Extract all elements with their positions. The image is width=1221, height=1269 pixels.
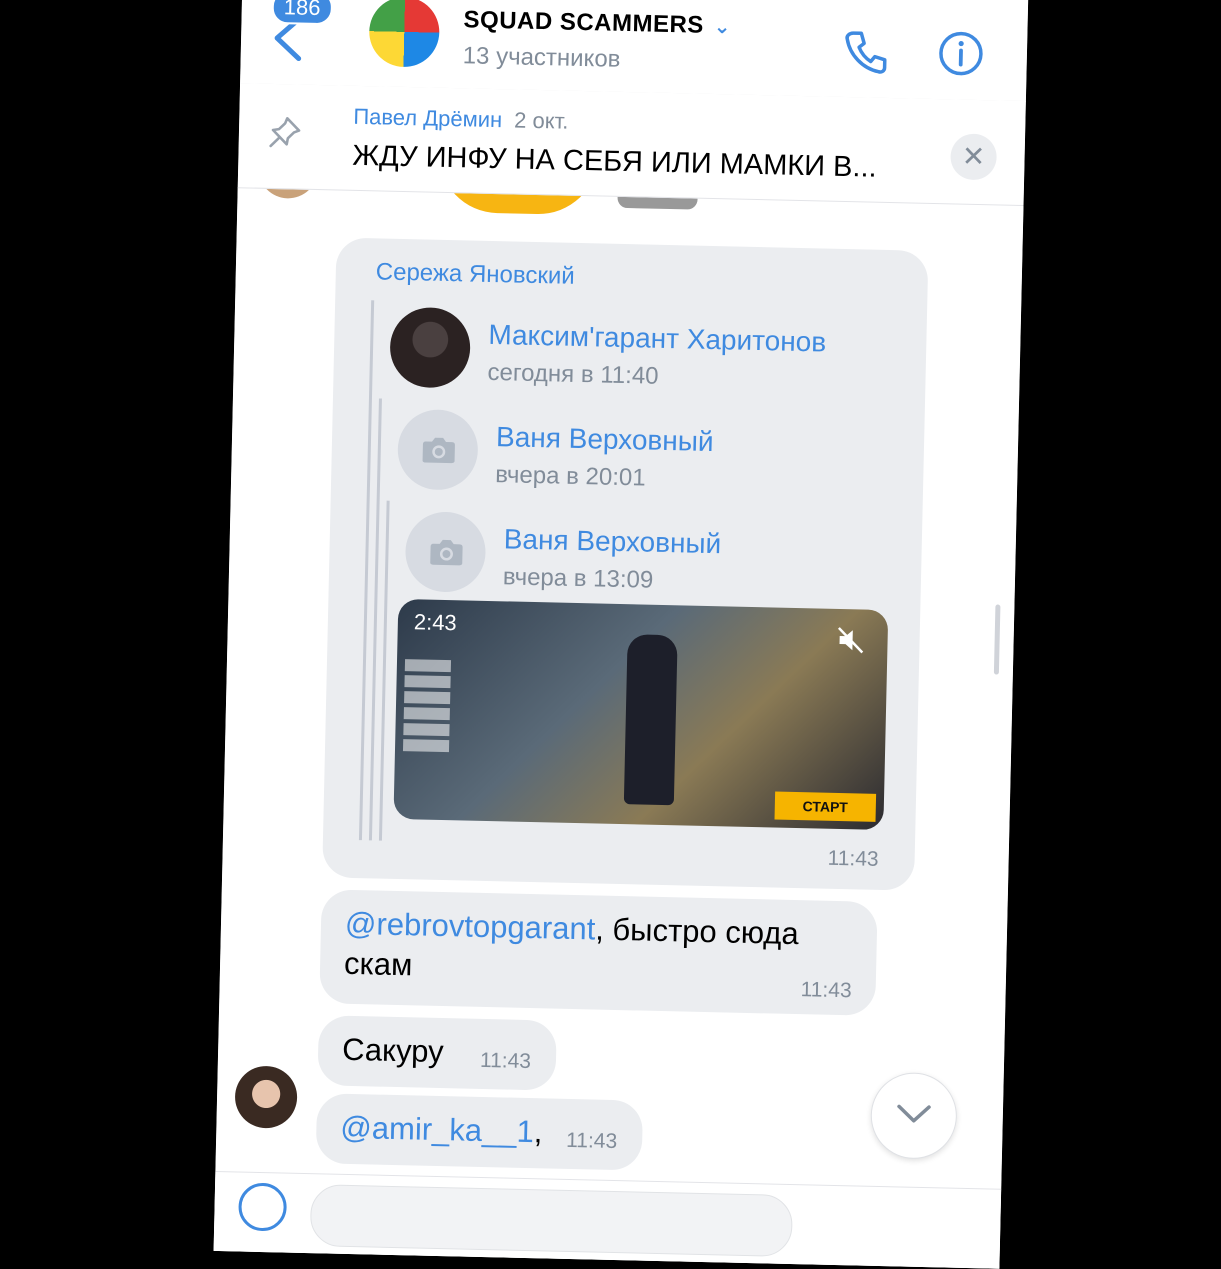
message-time: 11:43 [566, 1129, 618, 1154]
avatar [397, 409, 479, 491]
video-attachment[interactable]: 2:43 СТАРТ [393, 599, 888, 830]
pinned-author: Павел Дрёмин 2 окт. [353, 104, 569, 135]
video-duration: 2:43 [414, 609, 457, 636]
info-icon [936, 29, 985, 78]
pinned-text: ЖДУ ИНФУ НА СЕБЯ ИЛИ МАМКИ В... [352, 140, 877, 185]
scroll-down-button[interactable] [870, 1072, 958, 1160]
message-composer [214, 1171, 1002, 1269]
mention-link[interactable]: @rebrovtopgarant [345, 906, 596, 947]
message-text-part: , [533, 1114, 542, 1149]
message-time: 11:43 [800, 978, 852, 1003]
call-button[interactable] [840, 27, 889, 76]
close-pinned-button[interactable]: ✕ [950, 133, 997, 180]
pin-icon [267, 114, 304, 151]
message-text-part: скам [344, 946, 413, 983]
phone-icon [840, 27, 889, 76]
avatar [389, 307, 471, 389]
message-text: Сакуру [342, 1030, 444, 1072]
mute-icon[interactable] [835, 625, 866, 656]
author-name: Максим'гарант Харитонов [488, 319, 826, 359]
unread-badge: 186 [271, 0, 332, 25]
forward-sender: Сережа Яновский [376, 258, 575, 291]
avatar [405, 511, 487, 593]
message-time: 11:43 [827, 847, 879, 872]
message-bubble[interactable]: @amir_ka__1, 11:43 [316, 1093, 644, 1170]
author-name: Ваня Верховный [496, 421, 714, 458]
chat-avatar[interactable] [369, 0, 441, 68]
mention-link[interactable]: @amir_ka__1 [340, 1110, 534, 1149]
video-thumbnail-character [624, 634, 678, 805]
phone-screen: 186 SQUAD SCAMMERS ⌄ 13 участников Павел … [214, 0, 1029, 1269]
chevron-down-icon [896, 1103, 932, 1126]
message-text: @amir_ka__1, [340, 1108, 543, 1153]
video-start-label: СТАРТ [774, 792, 876, 822]
message-bubble[interactable]: Сакуру 11:43 [317, 1015, 557, 1090]
author-time: сегодня в 11:40 [487, 359, 659, 391]
members-count: 13 участников [462, 42, 620, 74]
chevron-down-icon: ⌄ [714, 16, 732, 38]
camera-icon [422, 435, 457, 464]
camera-icon [429, 538, 464, 567]
message-feed[interactable]: Сережа Яновский Максим'гарант Харитонов … [214, 187, 1024, 1269]
message-time: 11:43 [480, 1049, 532, 1074]
pinned-message[interactable]: Павел Дрёмин 2 окт. ЖДУ ИНФУ НА СЕБЯ ИЛИ … [238, 83, 1026, 206]
pinned-author-name: Павел Дрёмин [353, 104, 502, 132]
chat-title-text: SQUAD SCAMMERS [463, 6, 704, 38]
author-name: Ваня Верховный [503, 523, 721, 560]
author-time: вчера в 20:01 [495, 461, 646, 492]
chat-title[interactable]: SQUAD SCAMMERS ⌄ [463, 6, 731, 40]
message-text-part: , быстро сюда [595, 912, 799, 952]
info-button[interactable] [936, 29, 985, 78]
message-text: @rebrovtopgarant, быстро сюда скам [344, 904, 799, 994]
message-bubble[interactable]: @rebrovtopgarant, быстро сюда скам 11:43 [319, 889, 877, 1016]
add-attachment-button[interactable] [238, 1182, 287, 1231]
avatar[interactable] [234, 1065, 297, 1128]
video-thumbnail-menu [402, 659, 465, 780]
scrollbar[interactable] [994, 604, 1001, 674]
forward-line [379, 501, 390, 841]
pinned-date: 2 окт. [514, 107, 569, 133]
forwarded-message-bubble[interactable]: Сережа Яновский Максим'гарант Харитонов … [322, 237, 928, 890]
author-time: вчера в 13:09 [503, 563, 654, 594]
